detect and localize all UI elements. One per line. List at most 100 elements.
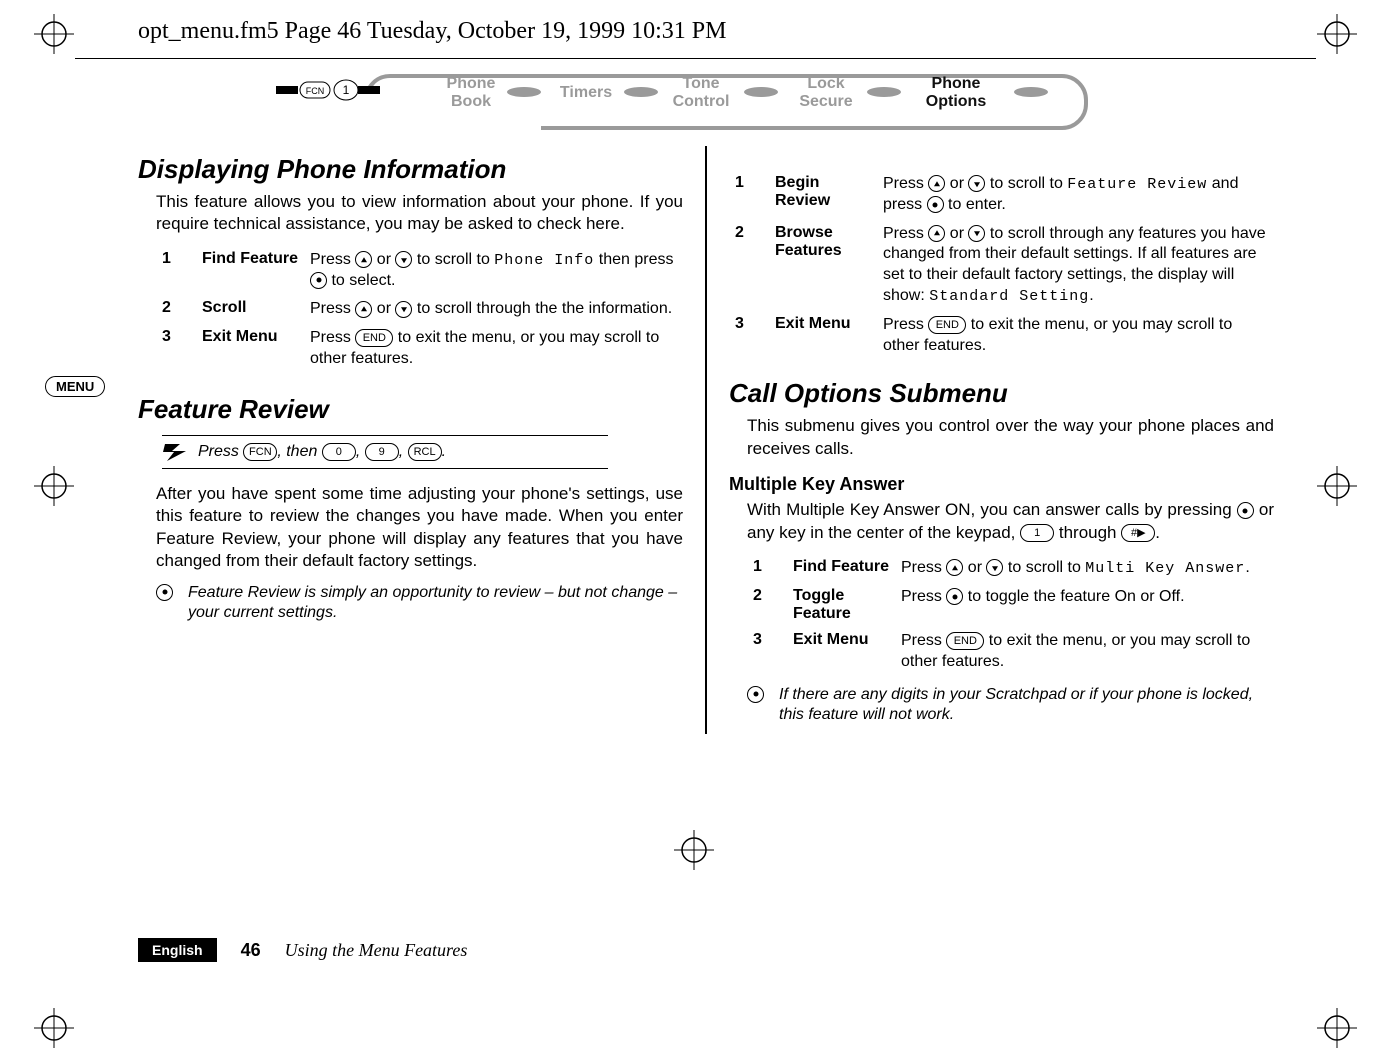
arrow-up-icon (355, 301, 372, 318)
reg-mark-icon (34, 466, 74, 506)
step-desc: Press or to scroll through the the infor… (304, 295, 683, 324)
select-key-icon (310, 272, 327, 289)
reg-mark-icon (34, 14, 74, 54)
arrow-down-icon (968, 225, 985, 242)
text-call-options: This submenu gives you control over the … (747, 415, 1274, 460)
steps-review: 1 Begin Review Press or to scroll to Fea… (729, 170, 1274, 360)
fcn-key-icon: FCN (243, 443, 277, 461)
heading-multiple-key-answer: Multiple Key Answer (729, 474, 1274, 495)
step-desc: Press or to scroll to Multi Key Answer. (895, 554, 1274, 583)
step-title: Find Feature (787, 554, 895, 583)
text-mka: With Multiple Key Answer ON, you can ans… (747, 499, 1274, 544)
end-key-icon: END (928, 316, 966, 334)
hash-key-icon: #▶ (1121, 524, 1155, 542)
nav-item-phonebook-l2: Book (451, 93, 491, 110)
select-key-icon (1237, 502, 1254, 519)
nav-item-tone-l2: Control (673, 93, 730, 110)
table-row: 2 Browse Features Press or to scroll thr… (729, 220, 1274, 311)
page-footer: English 46 Using the Menu Features (138, 938, 467, 962)
table-row: 1 Begin Review Press or to scroll to Fea… (729, 170, 1274, 220)
nav-item-phonebook-l1: Phone (447, 75, 496, 92)
lcd-text: Multi Key Answer (1085, 560, 1245, 577)
arrow-up-icon (928, 175, 945, 192)
rcl-key-icon: RCL (408, 443, 442, 461)
step-title: Exit Menu (196, 324, 304, 374)
nav-item-active-l1: Phone (932, 75, 981, 92)
step-title: Scroll (196, 295, 304, 324)
left-column: Displaying Phone Information This featur… (138, 146, 705, 734)
reg-mark-icon (1317, 14, 1357, 54)
lcd-text: Phone Info (494, 252, 594, 269)
select-key-icon (156, 584, 173, 601)
note-text: If there are any digits in your Scratchp… (779, 685, 1274, 727)
lang-badge: English (138, 938, 217, 962)
step-desc: Press or to scroll to Phone Info then pr… (304, 246, 683, 296)
running-header: opt_menu.fm5 Page 46 Tuesday, October 19… (138, 18, 726, 45)
page-title: Using the Menu Features (285, 940, 468, 961)
nav-item-lock-l2: Secure (799, 93, 852, 110)
reg-mark-icon (1317, 466, 1357, 506)
table-row: 3 Exit Menu Press END to exit the menu, … (729, 311, 1274, 361)
step-desc: Press to toggle the feature On or Off. (895, 583, 1274, 627)
table-row: 1 Find Feature Press or to scroll to Pho… (156, 246, 683, 296)
shortcut-bar: Press FCN, then 0, 9, RCL. (162, 435, 608, 469)
table-row: 3 Exit Menu Press END to exit the menu, … (156, 324, 683, 374)
step-title: Exit Menu (787, 627, 895, 677)
note-mka: If there are any digits in your Scratchp… (747, 685, 1274, 727)
arrow-down-icon (395, 251, 412, 268)
step-desc: Press END to exit the menu, or you may s… (304, 324, 683, 374)
table-row: 2 Toggle Feature Press to toggle the fea… (747, 583, 1274, 627)
text-review-body: After you have spent some time adjusting… (156, 483, 683, 573)
step-desc: Press END to exit the menu, or you may s… (895, 627, 1274, 677)
table-row: 2 Scroll Press or to scroll through the … (156, 295, 683, 324)
nav-key-1: 1 (343, 83, 350, 97)
reg-mark-icon (1317, 1008, 1357, 1048)
reg-mark-icon (34, 1008, 74, 1048)
steps-mka: 1 Find Feature Press or to scroll to Mul… (747, 554, 1274, 676)
lcd-text: Feature Review (1067, 176, 1207, 193)
reg-mark-icon (674, 830, 714, 870)
note-review: Feature Review is simply an opportunity … (156, 583, 683, 625)
nav-item-active-l2: Options (926, 93, 987, 110)
right-column: 1 Begin Review Press or to scroll to Fea… (707, 146, 1274, 734)
nav-item-tone-l1: Tone (682, 75, 719, 92)
zero-key-icon: 0 (322, 443, 356, 461)
step-title: Exit Menu (769, 311, 877, 361)
arrow-up-icon (928, 225, 945, 242)
nav-item-timers-l1: Timers (560, 84, 612, 101)
note-text: Feature Review is simply an opportunity … (188, 583, 683, 625)
page-number: 46 (241, 940, 261, 961)
step-title: Begin Review (769, 170, 877, 220)
select-key-icon (747, 686, 764, 703)
step-title: Browse Features (769, 220, 877, 311)
nine-key-icon: 9 (365, 443, 399, 461)
step-title: Find Feature (196, 246, 304, 296)
nav-path: FCN 1 Phone Book Timers Tone Control Loc… (276, 70, 1114, 132)
table-row: 1 Find Feature Press or to scroll to Mul… (747, 554, 1274, 583)
select-key-icon (927, 196, 944, 213)
text-display-intro: This feature allows you to view informat… (156, 191, 683, 236)
arrow-down-icon (986, 559, 1003, 576)
one-key-icon: 1 (1020, 524, 1054, 542)
step-desc: Press or to scroll to Feature Review and… (877, 170, 1274, 220)
nav-item-lock-l1: Lock (807, 75, 844, 92)
select-key-icon (946, 588, 963, 605)
top-rule (75, 58, 1316, 59)
end-key-icon: END (355, 329, 393, 347)
nav-key-fcn: FCN (306, 86, 325, 96)
arrow-up-icon (355, 251, 372, 268)
heading-call-options: Call Options Submenu (729, 378, 1274, 409)
step-desc: Press END to exit the menu, or you may s… (877, 311, 1274, 361)
step-desc: Press or to scroll through any features … (877, 220, 1274, 311)
heading-display-phone-info: Displaying Phone Information (138, 154, 683, 185)
lcd-text: Standard Setting (929, 288, 1089, 305)
steps-display: 1 Find Feature Press or to scroll to Pho… (156, 246, 683, 374)
table-row: 3 Exit Menu Press END to exit the menu, … (747, 627, 1274, 677)
end-key-icon: END (946, 632, 984, 650)
step-title: Toggle Feature (787, 583, 895, 627)
arrow-up-icon (946, 559, 963, 576)
heading-feature-review: Feature Review (138, 394, 683, 425)
arrow-down-icon (395, 301, 412, 318)
menu-badge: MENU (45, 376, 105, 397)
arrow-down-icon (968, 175, 985, 192)
